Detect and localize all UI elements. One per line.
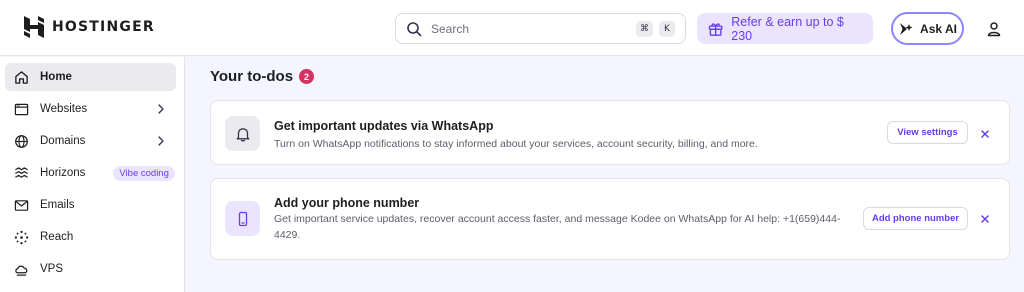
sidebar-item-label: VPS <box>40 263 64 275</box>
horizons-icon <box>15 166 28 178</box>
sparkle-dots-icon <box>14 230 29 244</box>
todo-card-phone: Add your phone number Get important serv… <box>210 178 1010 260</box>
phone-icon <box>238 211 247 226</box>
search-input[interactable]: Search <box>431 22 630 36</box>
bell-icon <box>236 127 249 142</box>
card-description: Turn on WhatsApp notifications to stay i… <box>274 138 758 150</box>
search-box[interactable]: Search ⌘ K <box>395 13 686 44</box>
ask-ai-label: Ask AI <box>920 21 957 36</box>
sidebar-item-label: Horizons <box>40 167 86 179</box>
card-icon-container <box>225 116 260 151</box>
card-icon-container <box>225 201 260 236</box>
sidebar-item-vps[interactable]: VPS <box>5 255 176 283</box>
top-bar: HOSTINGER Search ⌘ K Refer & earn up to … <box>0 0 1024 56</box>
sidebar-item-home[interactable]: Home <box>5 63 176 91</box>
hostinger-logo-icon <box>24 16 44 38</box>
shortcut-key-cmd: ⌘ <box>636 20 653 37</box>
sidebar-item-label: Domains <box>40 135 86 147</box>
brand-name: HOSTINGER <box>52 19 155 35</box>
todos-count-badge: 2 <box>299 69 315 84</box>
close-icon[interactable] <box>980 129 990 139</box>
ask-ai-button[interactable]: Ask AI <box>891 12 964 45</box>
globe-icon <box>15 134 28 148</box>
sidebar-item-emails[interactable]: Emails <box>5 191 176 219</box>
sidebar-item-reach[interactable]: Reach <box>5 223 176 251</box>
browser-window-icon <box>14 103 29 115</box>
home-icon <box>15 70 28 84</box>
card-title: Add your phone number <box>274 196 420 210</box>
chevron-right-icon <box>158 104 164 114</box>
sidebar-item-label: Websites <box>40 103 88 115</box>
card-description: Get important service updates, recover a… <box>274 213 841 241</box>
todos-title: Your to-dos <box>210 68 294 85</box>
sidebar-item-domains[interactable]: Domains <box>5 127 176 155</box>
close-icon[interactable] <box>980 214 990 224</box>
sidebar-item-label: Home <box>40 71 72 83</box>
vibe-coding-badge: Vibe coding <box>113 165 175 181</box>
card-title: Get important updates via WhatsApp <box>274 119 494 133</box>
sidebar-item-label: Reach <box>40 231 74 243</box>
search-icon <box>407 21 422 36</box>
gift-icon <box>708 22 723 36</box>
refer-earn-label: Refer & earn up to $ 230 <box>731 14 844 43</box>
add-phone-number-button[interactable]: Add phone number <box>863 207 968 230</box>
brand-logo[interactable]: HOSTINGER <box>24 16 155 38</box>
chevron-right-icon <box>158 136 164 146</box>
envelope-icon <box>14 199 29 211</box>
sidebar-item-websites[interactable]: Websites <box>5 95 176 123</box>
ai-spark-icon <box>900 22 913 35</box>
server-cloud-icon <box>15 265 28 276</box>
view-settings-button[interactable]: View settings <box>887 121 968 144</box>
sidebar-item-horizons[interactable]: Horizons Vibe coding <box>5 159 176 187</box>
user-icon[interactable] <box>986 21 1002 37</box>
shortcut-key-k: K <box>659 20 675 37</box>
sidebar-item-label: Emails <box>40 199 75 211</box>
todos-heading: Your to-dos 2 <box>210 68 315 85</box>
todo-card-whatsapp: Get important updates via WhatsApp Turn … <box>210 100 1010 165</box>
refer-earn-button[interactable]: Refer & earn up to $ 230 <box>697 13 873 44</box>
sidebar: Home Websites Domains Horizons Vibe codi… <box>0 57 185 292</box>
